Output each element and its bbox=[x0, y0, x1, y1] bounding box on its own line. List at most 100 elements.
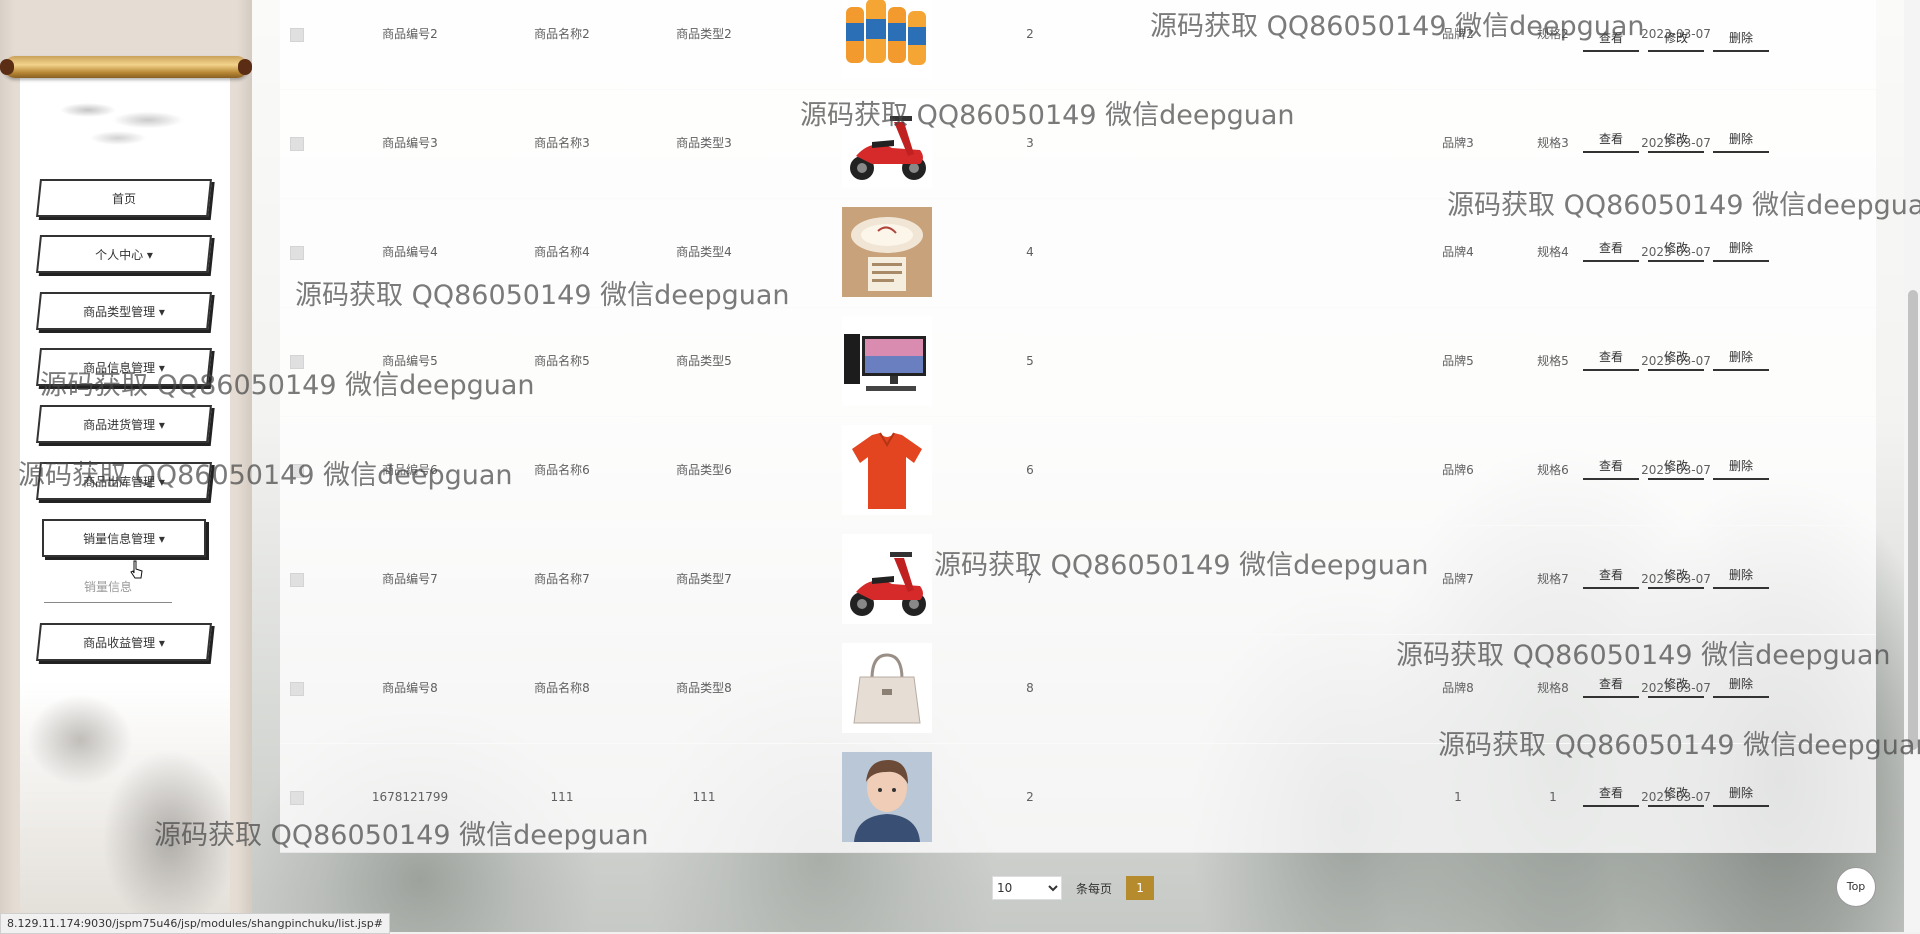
cell-brand: 品牌2 bbox=[1442, 27, 1474, 41]
row-checkbox[interactable] bbox=[290, 464, 304, 478]
cell-spec: 规格5 bbox=[1537, 354, 1569, 368]
product-image-handbag bbox=[842, 643, 932, 733]
row-checkbox[interactable] bbox=[290, 137, 304, 151]
scroll-rod-decoration bbox=[4, 56, 248, 78]
page-scrollbar[interactable] bbox=[1904, 0, 1920, 932]
view-button[interactable]: 查看 bbox=[1583, 28, 1639, 52]
cell-qty: 7 bbox=[1026, 572, 1034, 586]
cell-brand: 品牌4 bbox=[1442, 245, 1474, 259]
cell-qty: 2 bbox=[1026, 27, 1034, 41]
cell-code: 商品编号4 bbox=[382, 245, 438, 259]
cell-brand: 品牌6 bbox=[1442, 463, 1474, 477]
cell-brand: 品牌3 bbox=[1442, 136, 1474, 150]
delete-button[interactable]: 删除 bbox=[1713, 347, 1769, 371]
menu-goods-revenue[interactable]: 商品收益管理 ▾ bbox=[36, 621, 212, 663]
cell-qty: 4 bbox=[1026, 245, 1034, 259]
view-button[interactable]: 查看 bbox=[1583, 456, 1639, 480]
menu-sales-info[interactable]: 销量信息管理 ▾ bbox=[36, 517, 212, 559]
cell-qty: 2 bbox=[1026, 790, 1034, 804]
cell-code: 商品编号7 bbox=[382, 572, 438, 586]
table-row: 商品编号5 商品名称5 商品类型5 5 品牌5 规格5 2023-03-07 查… bbox=[280, 307, 1876, 417]
menu-home[interactable]: 首页 bbox=[36, 177, 212, 219]
product-image-lamp bbox=[842, 207, 932, 297]
page-size-select[interactable]: 10 bbox=[992, 876, 1062, 900]
mouse-pointer-icon bbox=[130, 560, 143, 579]
edit-button[interactable]: 修改 bbox=[1648, 238, 1704, 262]
delete-button[interactable]: 删除 bbox=[1713, 129, 1769, 153]
cell-type: 商品类型4 bbox=[676, 245, 732, 259]
table-row: 商品编号2 商品名称2 商品类型2 2 品牌2 规格2 2023-03-07 查… bbox=[280, 0, 1876, 90]
menu-personal-center[interactable]: 个人中心 ▾ bbox=[36, 233, 212, 275]
cell-spec: 规格6 bbox=[1537, 463, 1569, 477]
edit-button[interactable]: 修改 bbox=[1648, 129, 1704, 153]
delete-button[interactable]: 删除 bbox=[1713, 28, 1769, 52]
cell-name: 商品名称2 bbox=[534, 27, 590, 41]
product-image-portrait bbox=[842, 752, 932, 842]
delete-button[interactable]: 删除 bbox=[1713, 238, 1769, 262]
scrollbar-thumb[interactable] bbox=[1908, 290, 1918, 750]
edit-button[interactable]: 修改 bbox=[1648, 565, 1704, 589]
edit-button[interactable]: 修改 bbox=[1648, 28, 1704, 52]
menu-goods-purchase[interactable]: 商品进货管理 ▾ bbox=[36, 403, 212, 445]
edit-button[interactable]: 修改 bbox=[1648, 783, 1704, 807]
row-checkbox[interactable] bbox=[290, 682, 304, 696]
cell-type: 商品类型6 bbox=[676, 463, 732, 477]
back-to-top-button[interactable]: Top bbox=[1836, 867, 1876, 907]
cell-type: 商品类型5 bbox=[676, 354, 732, 368]
row-checkbox[interactable] bbox=[290, 28, 304, 42]
cell-brand: 品牌7 bbox=[1442, 572, 1474, 586]
cell-type: 111 bbox=[692, 790, 716, 804]
cell-qty: 6 bbox=[1026, 463, 1034, 477]
delete-button[interactable]: 删除 bbox=[1713, 565, 1769, 589]
pagination: 10 条每页 1 bbox=[992, 875, 1155, 901]
cell-code: 商品编号3 bbox=[382, 136, 438, 150]
row-checkbox[interactable] bbox=[290, 791, 304, 805]
menu-goods-info[interactable]: 商品信息管理 ▾ bbox=[36, 346, 212, 388]
delete-button[interactable]: 删除 bbox=[1713, 456, 1769, 480]
status-bar-url: 8.129.11.174:9030/jspm75u46/jsp/modules/… bbox=[0, 913, 390, 934]
edit-button[interactable]: 修改 bbox=[1648, 347, 1704, 371]
cell-spec: 规格4 bbox=[1537, 245, 1569, 259]
view-button[interactable]: 查看 bbox=[1583, 565, 1639, 589]
menu-goods-type[interactable]: 商品类型管理 ▾ bbox=[36, 290, 212, 332]
cell-name: 111 bbox=[550, 790, 574, 804]
cell-type: 商品类型7 bbox=[676, 572, 732, 586]
menu-label: 首页 bbox=[111, 191, 136, 206]
cell-name: 商品名称6 bbox=[534, 463, 590, 477]
menu-goods-outbound[interactable]: 商品出库管理 ▾ bbox=[36, 460, 212, 502]
view-button[interactable]: 查看 bbox=[1583, 238, 1639, 262]
view-button[interactable]: 查看 bbox=[1583, 783, 1639, 807]
cell-spec: 规格8 bbox=[1537, 681, 1569, 695]
mountain-decoration bbox=[20, 680, 230, 932]
view-button[interactable]: 查看 bbox=[1583, 129, 1639, 153]
cell-type: 商品类型3 bbox=[676, 136, 732, 150]
page-number-current[interactable]: 1 bbox=[1126, 876, 1155, 900]
pine-branch-decoration bbox=[48, 90, 208, 150]
menu-label: 商品进货管理 ▾ bbox=[83, 417, 165, 432]
delete-button[interactable]: 删除 bbox=[1713, 674, 1769, 698]
table-row: 1678121799 111 111 2 1 1 2023-03-07 查看 修… bbox=[280, 743, 1876, 853]
menu-label: 个人中心 ▾ bbox=[95, 247, 153, 262]
cell-name: 商品名称4 bbox=[534, 245, 590, 259]
cell-spec: 1 bbox=[1549, 790, 1557, 804]
cell-qty: 3 bbox=[1026, 136, 1034, 150]
row-checkbox[interactable] bbox=[290, 573, 304, 587]
row-checkbox[interactable] bbox=[290, 246, 304, 260]
table-row: 商品编号7 商品名称7 商品类型7 7 品牌7 规格7 2023-03-07 查… bbox=[280, 525, 1876, 635]
menu-label: 商品出库管理 ▾ bbox=[83, 474, 165, 489]
view-button[interactable]: 查看 bbox=[1583, 347, 1639, 371]
cell-code: 商品编号5 bbox=[382, 354, 438, 368]
edit-button[interactable]: 修改 bbox=[1648, 674, 1704, 698]
cell-name: 商品名称5 bbox=[534, 354, 590, 368]
product-image-juice bbox=[842, 0, 932, 79]
row-checkbox[interactable] bbox=[290, 355, 304, 369]
cell-qty: 5 bbox=[1026, 354, 1034, 368]
edit-button[interactable]: 修改 bbox=[1648, 456, 1704, 480]
delete-button[interactable]: 删除 bbox=[1713, 783, 1769, 807]
submenu-sales-info[interactable]: 销量信息 bbox=[44, 576, 172, 603]
cell-code: 商品编号2 bbox=[382, 27, 438, 41]
cell-code: 商品编号6 bbox=[382, 463, 438, 477]
view-button[interactable]: 查看 bbox=[1583, 674, 1639, 698]
menu-label: 商品类型管理 ▾ bbox=[83, 304, 165, 319]
product-image-scooter bbox=[842, 98, 932, 188]
